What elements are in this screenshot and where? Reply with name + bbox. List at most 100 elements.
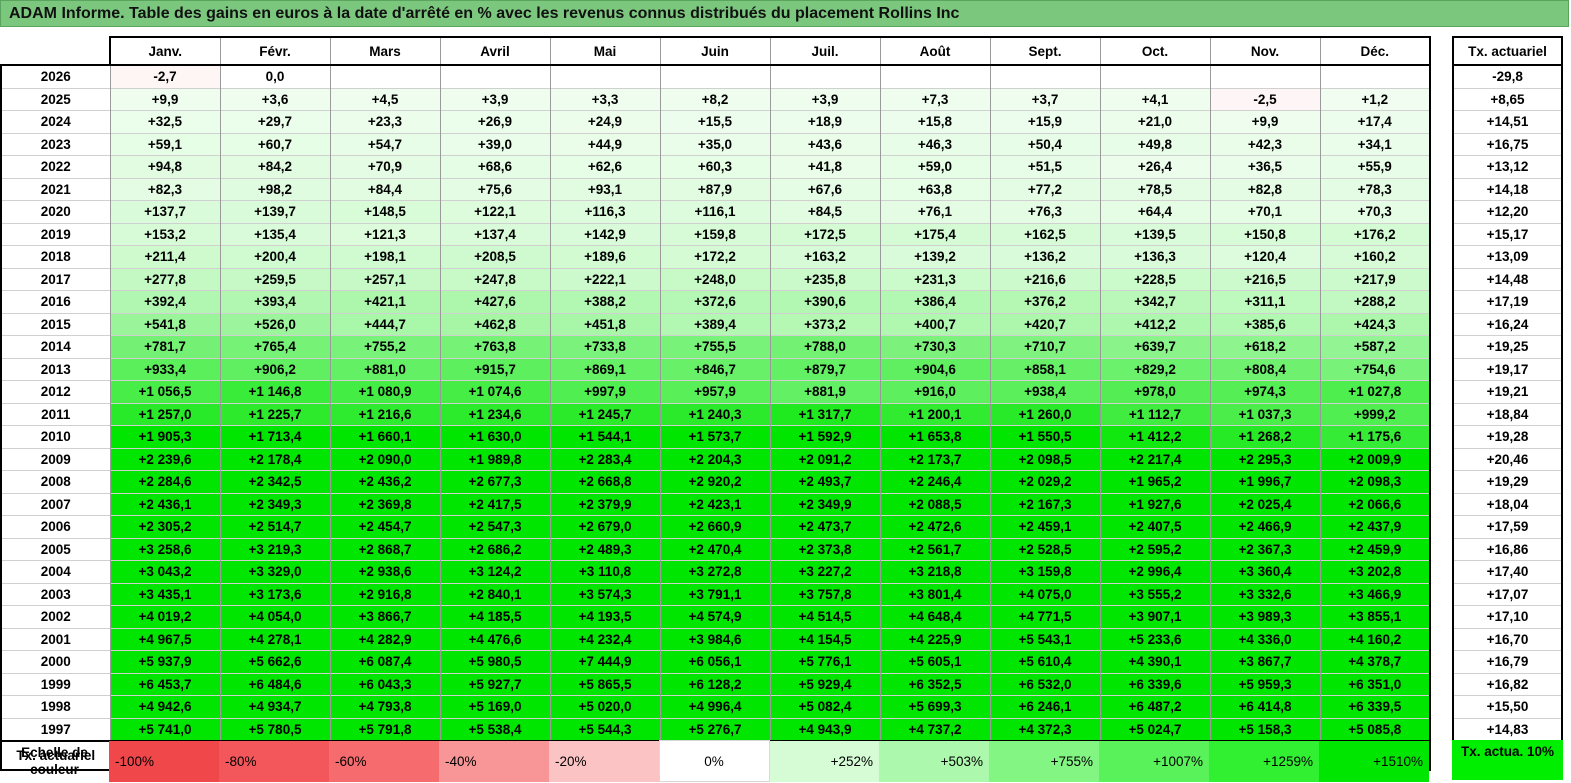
gain-cell: +5 741,0 [109, 717, 220, 741]
side-row: +14,83 [1452, 717, 1563, 741]
gain-cell: +2 167,3 [989, 492, 1100, 516]
table-row: 2012 +1 056,5 +1 146,8 +1 080,9 +1 074,6 +997… [0, 380, 1431, 403]
scale-swatch: +1259% [1209, 740, 1319, 782]
gain-cell: +17,4 [1319, 110, 1431, 133]
gain-cell [1099, 64, 1210, 88]
gain-cell: +5 233,6 [1099, 627, 1210, 651]
gain-cell: +5 605,1 [879, 650, 990, 673]
gain-cell: +4 075,0 [989, 582, 1100, 606]
gain-cell: +3 855,1 [1319, 605, 1431, 628]
gain-cell: +2 246,4 [879, 470, 990, 493]
gain-cell: +2 009,9 [1319, 447, 1431, 471]
gain-cell: +5 544,3 [549, 717, 660, 741]
gain-cell: +77,2 [989, 177, 1100, 201]
gain-cell: +2 686,2 [439, 537, 550, 561]
side-row: +19,25 [1452, 335, 1563, 358]
scale-swatch: +1510% [1319, 740, 1429, 782]
table-row: 2021 +82,3 +98,2 +84,4 +75,6 +93,1 +87,9 +67,6 +… [0, 177, 1431, 201]
gain-cell: +5 024,7 [1099, 717, 1210, 741]
side-row: +17,59 [1452, 515, 1563, 538]
gain-cell: +2 595,2 [1099, 537, 1210, 561]
gain-cell: +2 423,1 [659, 492, 770, 516]
gain-cell: +82,8 [1209, 177, 1320, 201]
gain-cell: +2 916,8 [329, 582, 440, 606]
gain-cell: +142,9 [549, 222, 660, 246]
gain-cell: +4 996,4 [659, 695, 770, 718]
gain-cell: +2 283,4 [549, 447, 660, 471]
scale-swatch: -40% [439, 740, 549, 782]
side-row: +19,17 [1452, 357, 1563, 381]
gain-cell: +6 043,3 [329, 672, 440, 696]
gain-cell: +2 459,1 [989, 515, 1100, 538]
gain-cell: +933,4 [109, 357, 220, 381]
gain-cell: +259,5 [219, 267, 330, 291]
gain-cell: +2 373,8 [769, 537, 880, 561]
month-header: Mai [549, 36, 660, 66]
gain-cell: +2 098,5 [989, 447, 1100, 471]
table-row: 2025 +9,9 +3,6 +4,5 +3,9 +3,3 +8,2 +3,9 +7,3 +3,7… [0, 87, 1431, 111]
gain-cell: +137,7 [109, 200, 220, 223]
gain-cell: +235,8 [769, 267, 880, 291]
rate-cell: +16,24 [1452, 312, 1563, 336]
gain-cell: +2 025,4 [1209, 492, 1320, 516]
year-cell: 2007 [0, 492, 110, 516]
side-header: Tx. actuariel [1452, 36, 1563, 66]
gain-cell: +1 225,7 [219, 402, 330, 426]
gain-cell: +5 538,4 [439, 717, 550, 741]
side-row: +15,17 [1452, 222, 1563, 246]
gain-cell: +3 272,8 [659, 560, 770, 583]
gain-cell: +5 276,7 [659, 717, 770, 741]
scale-label: Echelle de couleur [21, 745, 88, 777]
side-row: +12,20 [1452, 200, 1563, 223]
gain-cell: +84,4 [329, 177, 440, 201]
gain-cell: +2 920,2 [659, 470, 770, 493]
gain-cell: +247,8 [439, 267, 550, 291]
gain-cell: +4 967,5 [109, 627, 220, 651]
gain-cell: +3 332,6 [1209, 582, 1320, 606]
gain-cell: +1 056,5 [109, 380, 220, 403]
gain-cell: +6 339,6 [1099, 672, 1210, 696]
gain-cell: +4 154,5 [769, 627, 880, 651]
gain-cell: +4 476,6 [439, 627, 550, 651]
gain-cell: +162,5 [989, 222, 1100, 246]
rate-cell: +13,09 [1452, 245, 1563, 268]
rate-cell: +8,65 [1452, 87, 1563, 111]
gain-cell: +541,8 [109, 312, 220, 336]
color-scale-legend: Echelle de couleur -100% -80% -60% -40% -20% 0… [0, 740, 1429, 782]
side-row: +17,10 [1452, 605, 1563, 628]
rate-cell: +19,29 [1452, 470, 1563, 493]
gain-cell: +231,3 [879, 267, 990, 291]
gain-cell: -2,5 [1209, 87, 1320, 111]
gain-cell: +32,5 [109, 110, 220, 133]
gain-cell: +3 466,9 [1319, 582, 1431, 606]
header-row: Janv. Févr. Mars Avril Mai Juin Juil. Août Sept.… [1, 36, 1431, 66]
gain-cell: +3 555,2 [1099, 582, 1210, 606]
gain-cell: +93,1 [549, 177, 660, 201]
year-cell: 2008 [0, 470, 110, 493]
gain-cell: +1 713,4 [219, 425, 330, 448]
side-row: +13,12 [1452, 155, 1563, 178]
gain-cell: +26,9 [439, 110, 550, 133]
gain-cell: +51,5 [989, 155, 1100, 178]
rate-cell: +12,20 [1452, 200, 1563, 223]
gain-cell: +4 372,3 [989, 717, 1100, 741]
gain-cell: +1 240,3 [659, 402, 770, 426]
gain-cell: +2 660,9 [659, 515, 770, 538]
year-cell: 1997 [0, 717, 110, 741]
gain-cell: +2 679,0 [549, 515, 660, 538]
gain-cell: +4 390,1 [1099, 650, 1210, 673]
year-cell: 2016 [0, 290, 110, 313]
gain-cell: +1 630,0 [439, 425, 550, 448]
table-row: 2010 +1 905,3 +1 713,4 +1 660,1 +1 630,0 +1 5… [0, 425, 1431, 448]
gain-cell: +3,9 [769, 87, 880, 111]
gain-cell: +34,1 [1319, 132, 1431, 156]
gain-cell: +392,4 [109, 290, 220, 313]
gain-cell: +46,3 [879, 132, 990, 156]
gain-cell: +1 268,2 [1209, 425, 1320, 448]
gain-cell: +2 528,5 [989, 537, 1100, 561]
gain-cell: +5 780,5 [219, 717, 330, 741]
gain-cell: +6 487,2 [1099, 695, 1210, 718]
gain-cell: +904,6 [879, 357, 990, 381]
gain-cell: +1 660,1 [329, 425, 440, 448]
gain-cell: +68,6 [439, 155, 550, 178]
